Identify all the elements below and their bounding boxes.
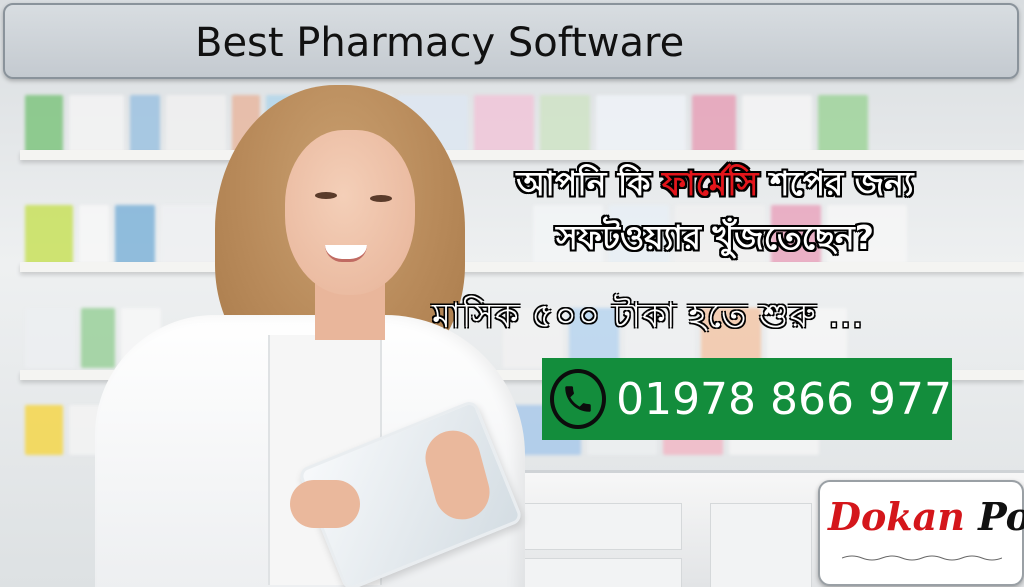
phone-contact-box[interactable]: 01978 866 977: [542, 358, 952, 440]
logo-tagline-scribble: [841, 554, 1003, 564]
headline-part: আপনি কি: [516, 164, 662, 203]
logo-part-pos: Pos: [978, 494, 1024, 539]
dokan-pos-logo: Dokan Pos: [818, 480, 1024, 586]
header-bar: Best Pharmacy Software: [3, 3, 1019, 79]
eye: [315, 192, 337, 199]
phone-number: 01978 866 977: [616, 373, 952, 425]
hand: [290, 480, 360, 528]
eye: [370, 195, 392, 202]
price-text: মাসিক ৫০০ টাকা হতে শুরু ...: [432, 296, 864, 336]
logo-part-dokan: Dokan: [828, 494, 965, 539]
headline-part: শপের জন্য: [758, 164, 914, 203]
headline-line-2: সফটওয়্যার খুঁজতেছেন?: [556, 218, 874, 257]
headline-highlight: ফার্মেসি: [661, 164, 759, 203]
phone-icon: [550, 369, 607, 429]
shelf-products-top: [25, 95, 1024, 155]
page-title: Best Pharmacy Software: [195, 20, 685, 66]
pharmacist-face: [285, 130, 415, 295]
logo-wordmark: Dokan Pos: [828, 494, 1024, 539]
headline-line-1: আপনি কি ফার্মেসি শপের জন্য: [455, 158, 975, 214]
